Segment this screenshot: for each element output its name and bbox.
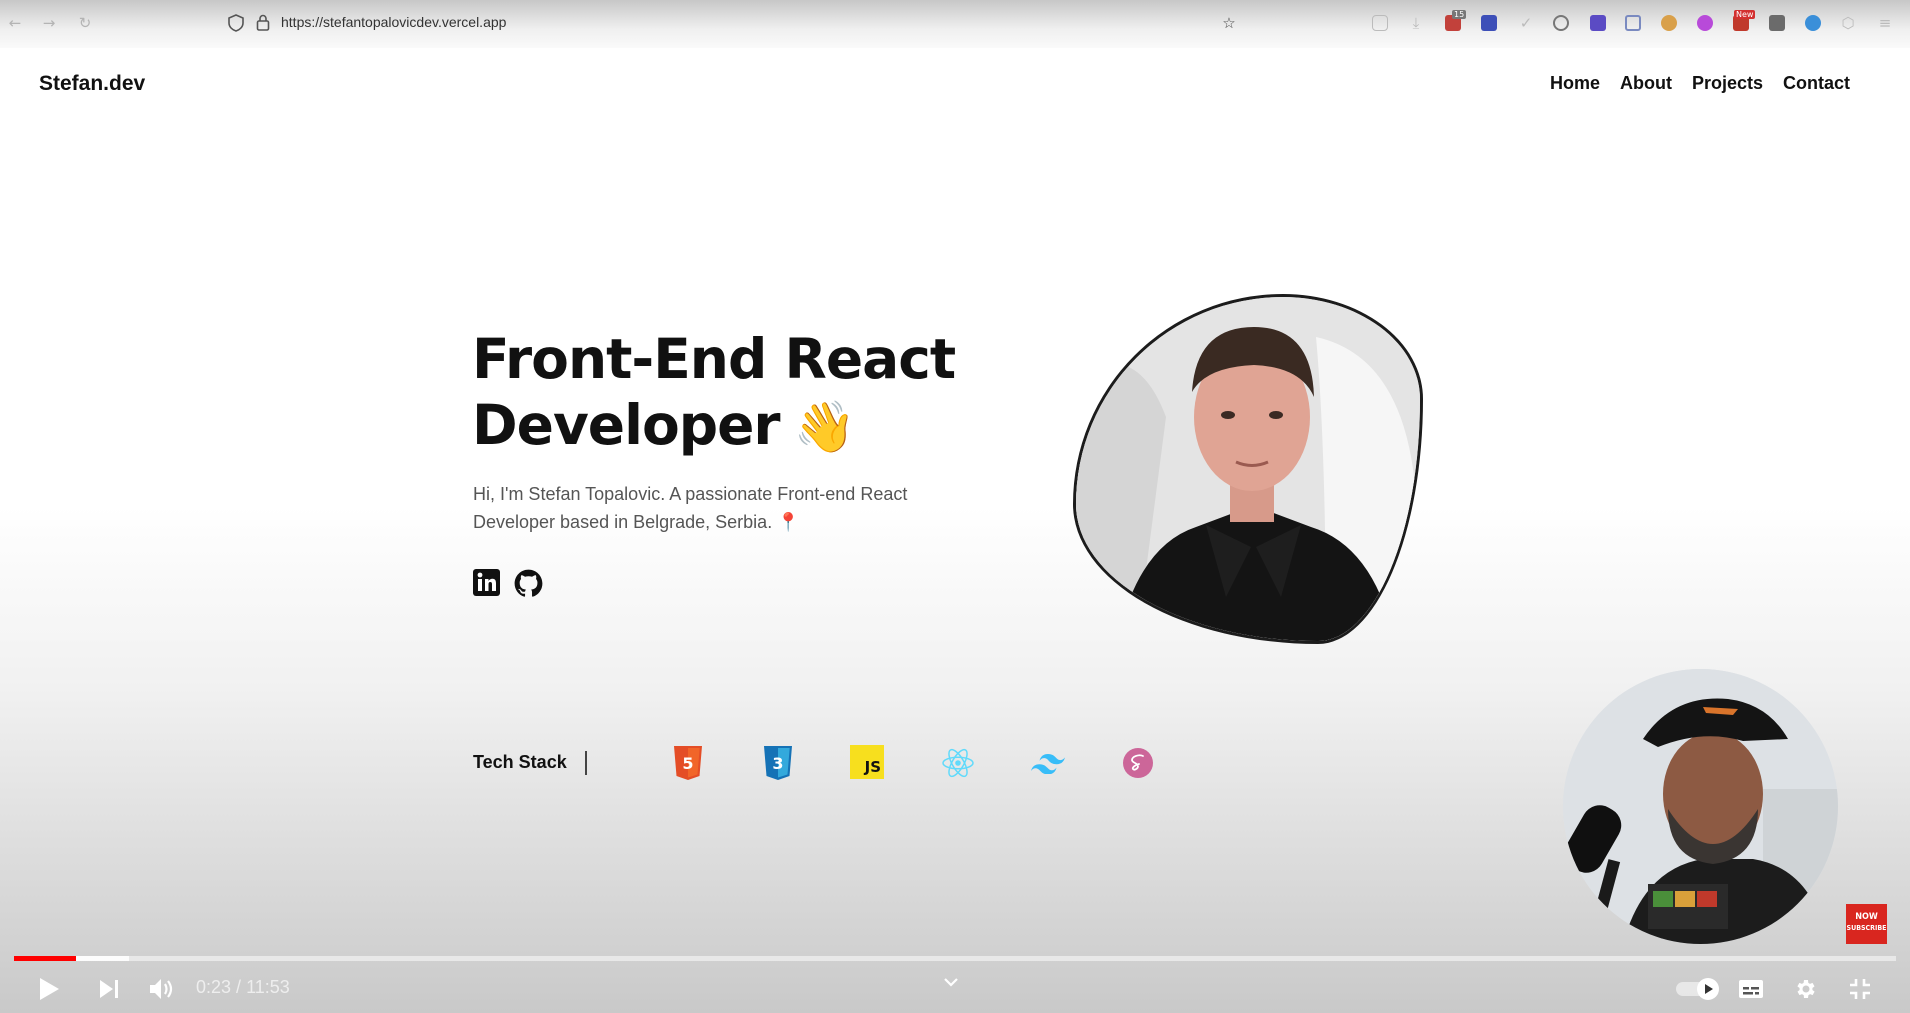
wave-emoji-icon: 👋 <box>793 398 856 456</box>
hero-title-line1: Front-End React <box>472 327 956 391</box>
video-progress-bar[interactable] <box>14 956 1896 961</box>
play-button[interactable] <box>34 974 64 1004</box>
tech-stack-label: Tech Stack <box>473 752 567 772</box>
sass-icon <box>1120 745 1156 781</box>
extension-new-badge: New <box>1734 10 1756 19</box>
menu-icon[interactable]: ≡ <box>1876 14 1894 32</box>
next-button[interactable] <box>94 974 124 1004</box>
javascript-icon: JS <box>850 745 884 779</box>
extension-check-icon[interactable]: ✓ <box>1517 14 1535 32</box>
subscribe-badge[interactable]: NOW SUBSCRIBE <box>1846 904 1887 944</box>
autoplay-toggle[interactable] <box>1675 974 1721 1004</box>
video-played-bar <box>14 956 77 961</box>
hero-description-line1: Hi, I'm Stefan Topalovic. A passionate F… <box>473 484 908 504</box>
svg-text:5: 5 <box>682 754 693 773</box>
css3-icon: 3 <box>760 745 796 781</box>
reload-icon[interactable]: ↻ <box>76 14 94 32</box>
html5-icon: 5 <box>670 745 706 781</box>
download-icon[interactable]: ⤓ <box>1407 14 1425 32</box>
browser-toolbar: ← → ↻ https://stefantopalovicdev.vercel.… <box>0 0 1910 48</box>
video-controls: 0:23 / 11:53 <box>0 964 1910 1013</box>
extension-face-icon[interactable] <box>1661 15 1677 31</box>
site-logo[interactable]: Stefan.dev <box>39 72 145 96</box>
bookmark-star-icon[interactable]: ☆ <box>1220 14 1238 32</box>
lock-icon[interactable] <box>254 14 272 32</box>
settings-gear-icon[interactable] <box>1790 974 1820 1004</box>
profile-photo <box>1073 294 1423 644</box>
extension-shield-icon[interactable] <box>1590 15 1606 31</box>
svg-text:3: 3 <box>772 754 783 773</box>
extension-badge-count: 15 <box>1452 10 1467 19</box>
extension-globe-icon[interactable] <box>1805 15 1821 31</box>
extension-list-icon[interactable] <box>1769 15 1785 31</box>
nav-contact[interactable]: Contact <box>1783 73 1850 94</box>
github-icon[interactable] <box>514 569 543 602</box>
current-time: 0:23 <box>196 977 232 997</box>
video-frame[interactable]: ← → ↻ https://stefantopalovicdev.vercel.… <box>0 0 1910 1013</box>
javascript-icon-label: JS <box>864 758 881 776</box>
extension-infinity-icon[interactable] <box>1697 15 1713 31</box>
puzzle-icon[interactable]: ⬡ <box>1839 14 1857 32</box>
time-separator: / <box>231 977 247 997</box>
webcam-overlay <box>1563 669 1838 944</box>
extension-grid-icon[interactable] <box>1625 15 1641 31</box>
extension-hex-icon[interactable] <box>1553 15 1569 31</box>
exit-fullscreen-icon[interactable] <box>1845 974 1875 1004</box>
pocket-icon[interactable] <box>1372 15 1388 31</box>
duration: 11:53 <box>246 977 290 997</box>
forward-icon[interactable]: → <box>40 14 58 32</box>
shield-icon[interactable] <box>227 14 245 32</box>
social-links <box>473 569 543 602</box>
linkedin-icon[interactable] <box>473 569 500 602</box>
tech-stack-divider <box>585 751 587 775</box>
hero-description-line2: Developer based in Belgrade, Serbia. 📍 <box>473 512 800 532</box>
extension-icon[interactable] <box>1481 15 1497 31</box>
hero-title-line2: Developer <box>472 393 781 457</box>
chevron-down-icon[interactable] <box>936 967 966 997</box>
nav-about[interactable]: About <box>1620 73 1672 94</box>
nav-projects[interactable]: Projects <box>1692 73 1763 94</box>
hero-description: Hi, I'm Stefan Topalovic. A passionate F… <box>473 480 953 536</box>
subtitles-icon[interactable] <box>1736 974 1766 1004</box>
subscribe-badge-line1: NOW <box>1855 912 1878 922</box>
video-time: 0:23 / 11:53 <box>196 977 290 998</box>
nav-home[interactable]: Home <box>1550 73 1600 94</box>
hero-title: Front-End React Developer 👋 <box>472 326 992 460</box>
volume-icon[interactable] <box>147 974 177 1004</box>
react-icon <box>940 745 976 781</box>
site-nav: Home About Projects Contact <box>1550 73 1850 94</box>
subscribe-badge-line2: SUBSCRIBE <box>1846 924 1887 932</box>
back-icon[interactable]: ← <box>6 14 24 32</box>
tailwind-icon <box>1030 745 1066 781</box>
url-bar[interactable]: https://stefantopalovicdev.vercel.app <box>281 14 506 30</box>
